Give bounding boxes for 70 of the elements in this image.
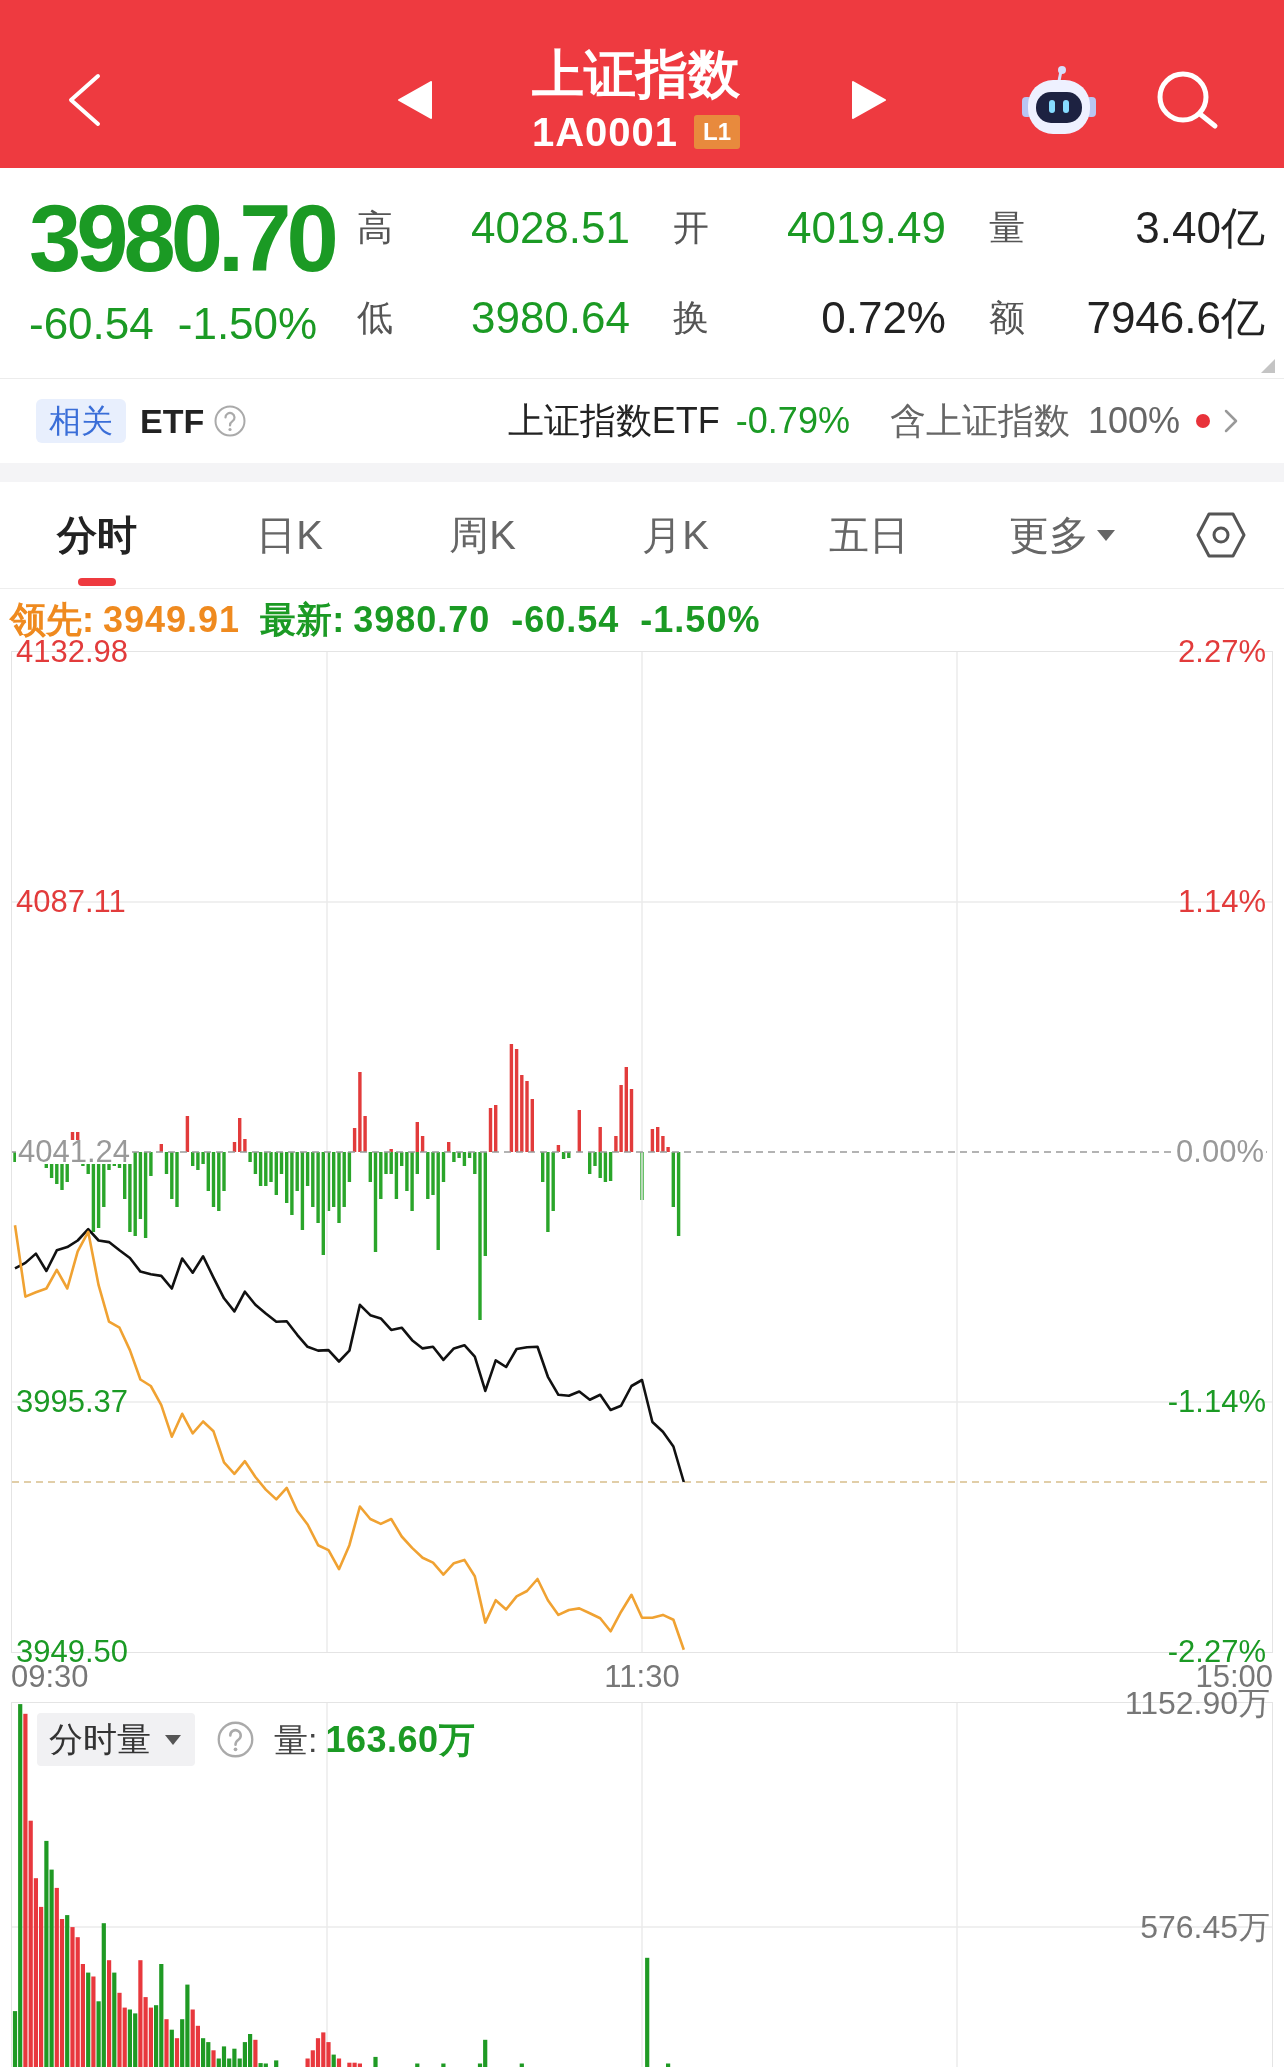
level-badge: L1 [694, 115, 741, 149]
price-axis-label: 3995.37 [16, 1390, 129, 1414]
fund-name[interactable]: 上证指数ETF [507, 400, 720, 442]
related-tag: 相关 [36, 399, 126, 443]
stat-value: 3.40亿 [1135, 204, 1265, 252]
etf-heading: ETF [140, 401, 205, 441]
stat-value: 4028.51 [470, 204, 630, 252]
caret-icon [1096, 529, 1115, 541]
volume-label: 量: [274, 1719, 318, 1760]
volume-bar [441, 2063, 446, 2067]
stat-label: 量 [989, 208, 1025, 248]
latest-percent: -1.50% [640, 602, 761, 638]
percent-axis-label: -1.14% [1167, 1390, 1266, 1414]
stat-label: 高 [357, 208, 393, 248]
caret-icon [165, 1734, 181, 1745]
help-icon[interactable] [217, 1721, 254, 1758]
last-price: 3980.70 [29, 192, 336, 286]
stat-label: 额 [989, 298, 1025, 338]
search-icon[interactable] [1156, 70, 1219, 130]
chart-tab[interactable]: 周K [386, 482, 579, 588]
time-axis-label: 09:30 [11, 1665, 89, 1689]
chart-tab[interactable]: 日K [193, 482, 386, 588]
volume-selector[interactable]: 分时量 [37, 1713, 195, 1766]
settings-icon[interactable] [1196, 511, 1246, 559]
left-triangle-icon[interactable] [397, 81, 432, 119]
volume-bar [415, 2063, 420, 2067]
holding-share: 100% [1087, 400, 1180, 442]
price-axis-label: 4132.98 [16, 640, 129, 664]
stat-value: 7946.6亿 [1086, 294, 1265, 342]
price-change: -60.54 [29, 302, 154, 346]
stat-label: 低 [357, 298, 393, 338]
volume-bar [666, 2063, 671, 2067]
chart-tab[interactable]: 更多 [965, 482, 1158, 588]
robot-icon[interactable] [1021, 65, 1097, 135]
header-title: 上证指数 [531, 46, 740, 102]
fund-change: -0.79% [735, 400, 850, 442]
right-triangle-icon[interactable] [852, 81, 887, 119]
percent-change: -1.50% [177, 302, 318, 346]
stat-label: 换 [673, 298, 709, 338]
leader-value: 3949.91 [103, 602, 241, 638]
holding-label: 含上证指数 [889, 400, 1070, 442]
stock-code: 1A0001 [531, 110, 679, 154]
volume-bar [274, 2060, 279, 2067]
time-axis-label: 11:30 [604, 1665, 680, 1689]
percent-axis-label: 2.27% [1178, 640, 1266, 664]
percent-axis-label: -2.27% [1167, 1640, 1266, 1664]
help-icon[interactable] [214, 405, 247, 437]
leader-label: 领先: [10, 602, 94, 638]
latest-change: -60.54 [511, 602, 620, 638]
stat-value: 0.72% [821, 294, 946, 342]
chart-tab[interactable]: 月K [579, 482, 772, 588]
volume-bar [519, 2063, 524, 2067]
chart-tab[interactable]: 分时 [0, 482, 193, 588]
volume-value: 163.60万 [325, 1719, 476, 1760]
latest-value: 3980.70 [353, 602, 491, 638]
notification-dot-icon [1196, 414, 1210, 428]
stat-label: 开 [673, 208, 709, 248]
price-axis-label: 3949.50 [16, 1640, 129, 1664]
latest-label: 最新: [260, 602, 345, 638]
time-axis-label: 15:00 [1195, 1665, 1273, 1689]
back-icon[interactable] [66, 73, 102, 127]
percent-axis-label: 1.14% [1178, 890, 1266, 914]
chevron-right-icon[interactable] [1224, 409, 1238, 433]
percent-axis-label: 0.00% [1174, 1140, 1266, 1164]
price-axis-label: 4041.24 [16, 1140, 133, 1164]
chart-tab[interactable]: 五日 [772, 482, 965, 588]
stat-value: 3980.64 [470, 294, 630, 342]
price-axis-label: 4087.11 [16, 890, 126, 914]
volume-bar [373, 2056, 378, 2067]
stat-value: 4019.49 [786, 204, 946, 252]
